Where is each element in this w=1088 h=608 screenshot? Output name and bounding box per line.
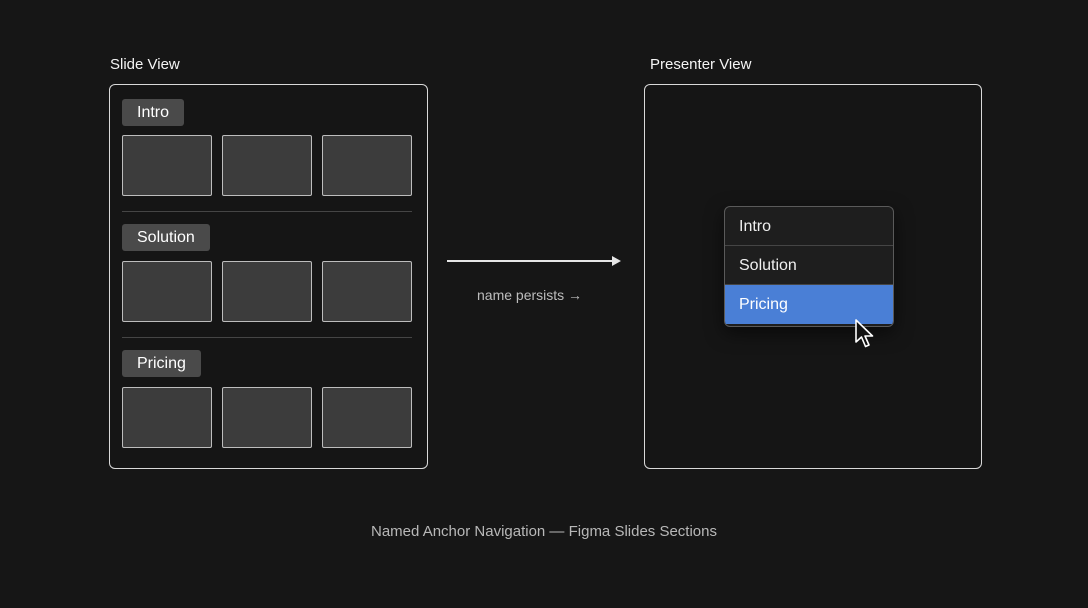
slide-thumbnail[interactable] [222,387,312,448]
section-divider [122,211,412,212]
menu-item-intro[interactable]: Intro [725,207,893,246]
pointer-cursor-icon [855,319,874,348]
slide-thumbnail[interactable] [122,261,212,322]
section-label-solution[interactable]: Solution [122,224,210,251]
arrow-head-icon [612,256,621,266]
menu-item-solution[interactable]: Solution [725,246,893,285]
slide-thumbnail[interactable] [122,387,212,448]
presenter-view-title: Presenter View [650,56,752,73]
slide-thumbnail[interactable] [322,135,412,196]
slide-view-title: Slide View [110,56,180,73]
slide-thumbnail[interactable] [322,261,412,322]
slide-view-panel: Intro Solution Pricing [109,84,428,469]
arrow-caption: name persists → [477,287,583,303]
footer-caption: Named Anchor Navigation — Figma Slides S… [371,523,717,540]
section-dropdown-menu: Intro Solution Pricing [724,206,894,327]
section-label-pricing[interactable]: Pricing [122,350,201,377]
slide-thumbnail[interactable] [322,387,412,448]
slide-thumbnail[interactable] [122,135,212,196]
section-divider [122,337,412,338]
slide-thumbnail[interactable] [222,261,312,322]
slide-thumbnail[interactable] [222,135,312,196]
section-label-intro[interactable]: Intro [122,99,185,126]
arrow-line [447,260,613,262]
